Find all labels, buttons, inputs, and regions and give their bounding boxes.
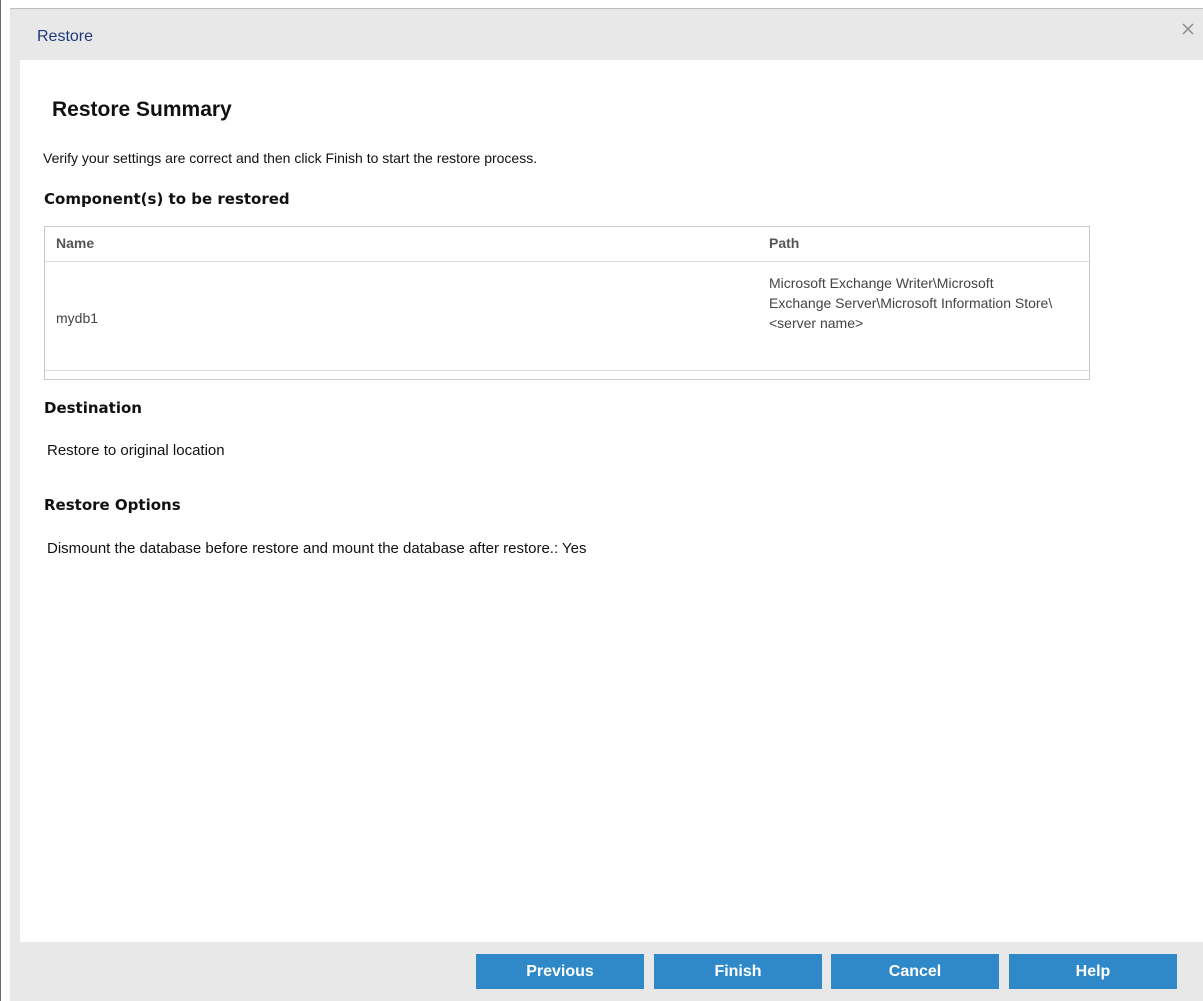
destination-section-title: Destination xyxy=(44,399,142,417)
table-row[interactable]: mydb1 Microsoft Exchange Writer\Microsof… xyxy=(45,262,1089,371)
column-header-path[interactable]: Path xyxy=(769,235,799,251)
dialog-content: Restore Summary Verify your settings are… xyxy=(20,60,1203,942)
dialog-footer: Previous Finish Cancel Help xyxy=(10,942,1203,1001)
component-path-cell: Microsoft Exchange Writer\Microsoft Exch… xyxy=(769,275,1053,331)
table-header: Name Path xyxy=(45,227,1089,262)
restore-options-value: Dismount the database before restore and… xyxy=(47,540,587,557)
column-header-name[interactable]: Name xyxy=(56,235,94,251)
components-section-title: Component(s) to be restored xyxy=(44,190,290,208)
dialog-title: Restore xyxy=(37,28,94,45)
component-name-cell: mydb1 xyxy=(56,310,99,326)
close-icon[interactable] xyxy=(1180,21,1196,37)
instruction-text: Verify your settings are correct and the… xyxy=(43,150,538,166)
page-title: Restore Summary xyxy=(52,98,232,121)
restore-options-section-title: Restore Options xyxy=(44,496,181,514)
previous-button[interactable]: Previous xyxy=(476,954,644,989)
finish-button[interactable]: Finish xyxy=(654,954,822,989)
dialog-left-border xyxy=(10,60,20,942)
help-button[interactable]: Help xyxy=(1009,954,1177,989)
cancel-button[interactable]: Cancel xyxy=(831,954,999,989)
dialog-titlebar: Restore xyxy=(10,8,1203,60)
components-table: Name Path mydb1 Microsoft Exchange Write… xyxy=(44,226,1090,380)
restore-dialog: Restore Restore Summary Verify your sett… xyxy=(0,0,1203,1001)
destination-value: Restore to original location xyxy=(47,442,225,459)
